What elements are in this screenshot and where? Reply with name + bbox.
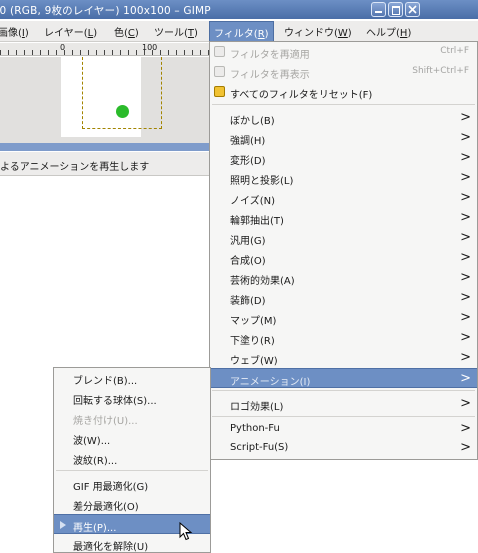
chevron-right-icon: > — [460, 350, 471, 365]
menu-item-reset-all-filters[interactable]: すべてのフィルタをリセット(F) — [210, 82, 477, 102]
chevron-right-icon: > — [460, 170, 471, 185]
layer-boundary — [82, 57, 162, 129]
reapply-icon — [214, 46, 225, 57]
close-button[interactable] — [405, 2, 420, 17]
menu-item-reshow-filter[interactable]: フィルタを再表示 Shift+Ctrl+F — [210, 62, 477, 82]
menu-item-artistic[interactable]: 芸術的効果(A) > — [210, 268, 477, 288]
chevron-right-icon: > — [460, 421, 471, 436]
menu-item-optimize-difference[interactable]: 差分最適化(O) — [54, 494, 210, 514]
menu-item-render[interactable]: 下塗り(R) > — [210, 328, 477, 348]
chevron-right-icon: > — [460, 250, 471, 265]
menu-item-blend[interactable]: ブレンド(B)... — [54, 368, 210, 388]
green-dot — [116, 105, 129, 118]
menu-help[interactable]: ヘルプ(H) — [366, 24, 411, 39]
menu-windows[interactable]: ウィンドウ(W) — [284, 24, 352, 39]
chevron-right-icon: > — [460, 210, 471, 225]
menu-item-generic[interactable]: 汎用(G) > — [210, 228, 477, 248]
chevron-right-icon: > — [460, 396, 471, 411]
menu-separator — [212, 390, 475, 391]
menu-item-map[interactable]: マップ(M) > — [210, 308, 477, 328]
menu-colors[interactable]: 色(C) — [114, 24, 139, 39]
menu-item-python-fu[interactable]: Python-Fu > — [210, 419, 477, 439]
menu-layer[interactable]: レイヤー(L) — [44, 24, 97, 39]
status-bar: よるアニメーションを再生します — [0, 152, 212, 176]
chevron-right-icon: > — [460, 230, 471, 245]
menu-item-optimize-gif[interactable]: GIF 用最適化(G) — [54, 474, 210, 494]
menu-image[interactable]: 画像(I) — [0, 24, 29, 39]
menu-item-spinning-globe[interactable]: 回転する球体(S)... — [54, 388, 210, 408]
menu-filters[interactable]: フィルタ(R) — [209, 21, 274, 42]
menu-item-blur[interactable]: ぼかし(B) > — [210, 108, 477, 128]
close-icon — [408, 5, 417, 14]
menu-item-script-fu[interactable]: Script-Fu(S) > — [210, 438, 477, 458]
horizontal-ruler[interactable]: 0 100 — [0, 43, 212, 56]
arrow-cursor-icon — [179, 522, 193, 541]
menu-separator — [56, 470, 208, 471]
menu-item-burn-in[interactable]: 焼き付け(U)... — [54, 408, 210, 428]
status-text: よるアニメーションを再生します — [0, 162, 150, 173]
ruler-ticks — [0, 50, 212, 55]
menu-item-distorts[interactable]: 変形(D) > — [210, 148, 477, 168]
menu-tools[interactable]: ツール(T) — [154, 24, 198, 39]
menu-item-logos[interactable]: ロゴ効果(L) > — [210, 394, 477, 414]
menu-item-web[interactable]: ウェブ(W) > — [210, 348, 477, 368]
chevron-right-icon: > — [460, 290, 471, 305]
menu-separator — [212, 104, 475, 105]
chevron-right-icon: > — [460, 310, 471, 325]
menu-item-edge-detect[interactable]: 輪郭抽出(T) > — [210, 208, 477, 228]
menubar: 画像(I) レイヤー(L) 色(C) ツール(T) フィルタ(R) ウィンドウ(… — [0, 21, 478, 42]
maximize-button[interactable] — [388, 2, 403, 17]
menu-item-waves[interactable]: 波(W)... — [54, 428, 210, 448]
chevron-right-icon: > — [460, 190, 471, 205]
menu-separator — [212, 416, 475, 417]
chevron-right-icon: > — [460, 110, 471, 125]
chevron-right-icon: > — [460, 130, 471, 145]
chevron-right-icon: > — [460, 330, 471, 345]
title-bar: .0 (RGB, 9枚のレイヤー) 100x100 – GIMP — [0, 0, 478, 19]
chevron-right-icon: > — [460, 371, 471, 386]
reset-icon — [214, 86, 225, 97]
menu-item-reapply-filter[interactable]: フィルタを再適用 Ctrl+F — [210, 42, 477, 62]
window-title: .0 (RGB, 9枚のレイヤー) 100x100 – GIMP — [0, 5, 211, 17]
menu-item-rippling[interactable]: 波紋(R)... — [54, 448, 210, 468]
menu-item-noise[interactable]: ノイズ(N) > — [210, 188, 477, 208]
menu-item-light-shadow[interactable]: 照明と投影(L) > — [210, 168, 477, 188]
chevron-right-icon: > — [460, 440, 471, 455]
minimize-button[interactable] — [371, 2, 386, 17]
menu-item-combine[interactable]: 合成(O) > — [210, 248, 477, 268]
filters-menu: フィルタを再適用 Ctrl+F フィルタを再表示 Shift+Ctrl+F すべ… — [209, 41, 478, 460]
horizontal-scrollbar[interactable] — [0, 143, 212, 151]
menu-item-enhance[interactable]: 強調(H) > — [210, 128, 477, 148]
play-icon — [60, 521, 66, 529]
reshow-icon — [214, 66, 225, 77]
menu-item-animation[interactable]: アニメーション(I) > — [210, 368, 477, 388]
chevron-right-icon: > — [460, 270, 471, 285]
chevron-right-icon: > — [460, 150, 471, 165]
menu-item-decor[interactable]: 装飾(D) > — [210, 288, 477, 308]
